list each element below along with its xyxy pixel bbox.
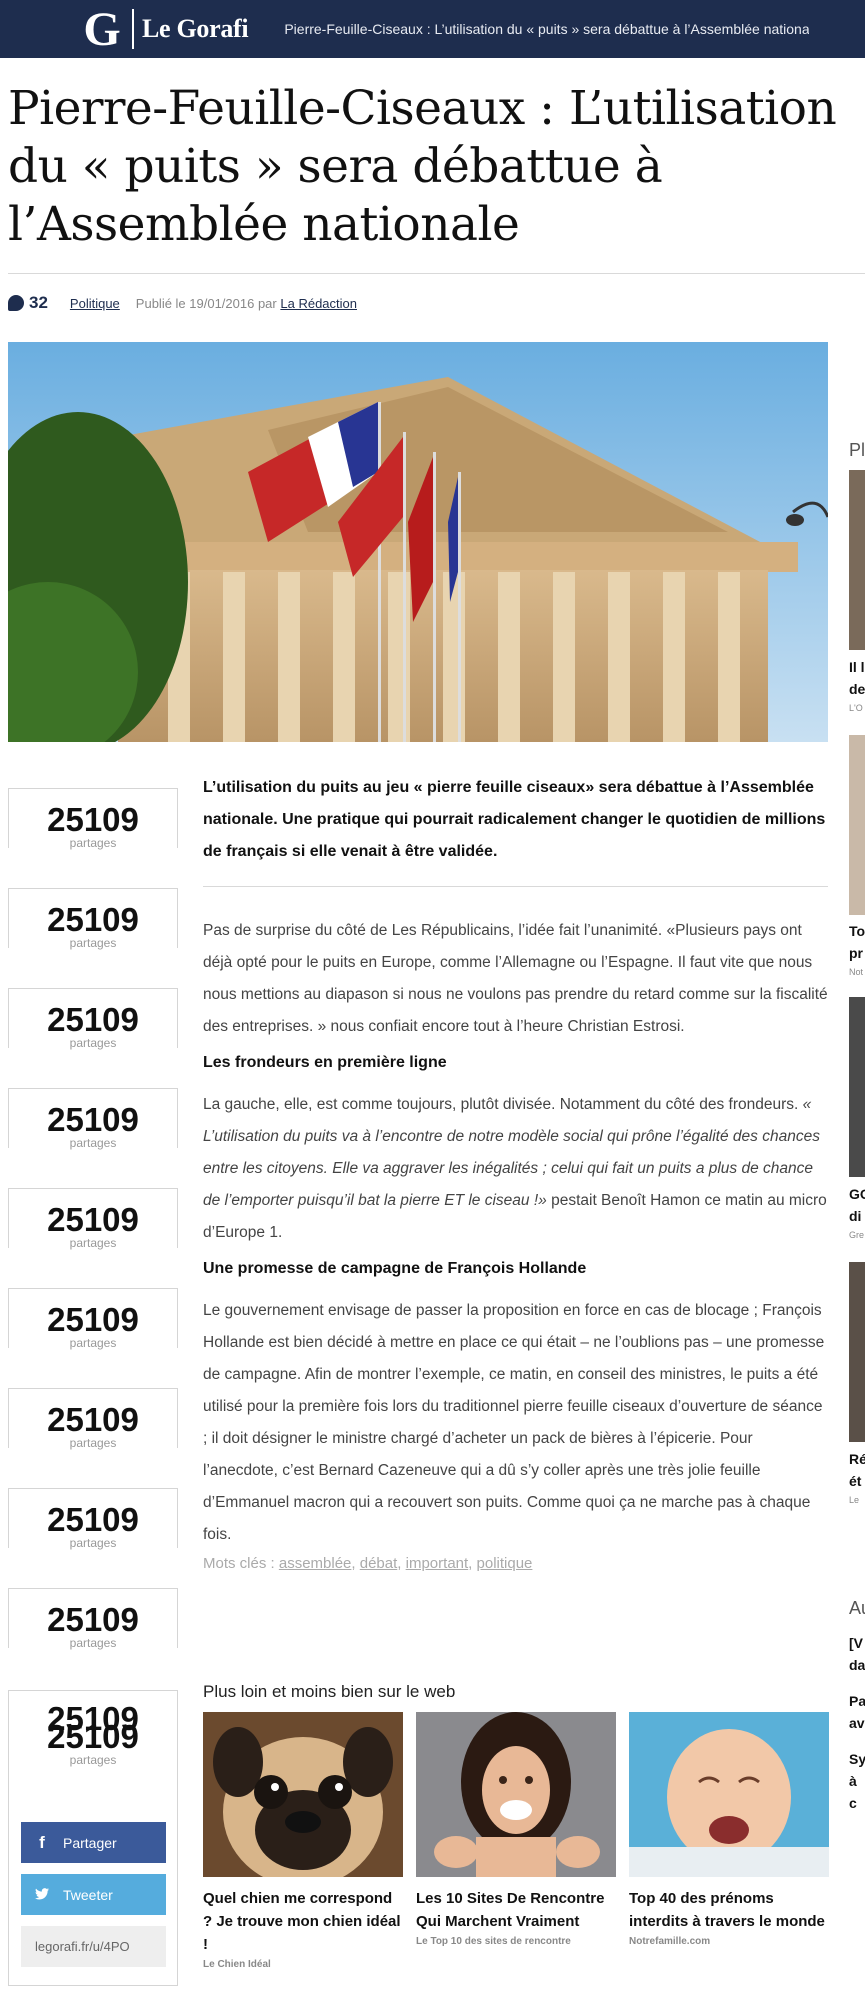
share-count: 25109 bbox=[47, 1101, 139, 1138]
sidebar-item-title[interactable]: Ré ét bbox=[849, 1448, 865, 1492]
sidebar-thumbnail[interactable] bbox=[849, 1262, 865, 1442]
share-count: 25109 bbox=[47, 1401, 139, 1438]
article-paragraph: Le gouvernement envisage de passer la pr… bbox=[203, 1302, 825, 1543]
comment-count[interactable]: 32 bbox=[29, 293, 48, 313]
article-paragraph: Pas de surprise du côté de Les Républica… bbox=[203, 922, 828, 1035]
tag-link[interactable]: politique bbox=[477, 1555, 533, 1572]
tags-label: Mots clés : bbox=[203, 1555, 275, 1572]
share-count: 25109 bbox=[47, 1601, 139, 1638]
recommended-source: Notrefamille.com bbox=[629, 1936, 711, 1947]
published-date: Publié le 19/01/2016 par bbox=[135, 295, 277, 311]
recommended-card[interactable]: Top 40 des prénoms interdits à travers l… bbox=[629, 1712, 829, 1947]
share-count: 25109 bbox=[47, 1201, 139, 1238]
share-count-box: 25109 partages bbox=[8, 1088, 178, 1150]
share-count-box: 25109 partages bbox=[8, 888, 178, 950]
share-count: 25109 bbox=[47, 901, 139, 938]
comment-icon[interactable] bbox=[8, 295, 24, 311]
share-count-box: 25109 partages bbox=[8, 1188, 178, 1250]
sidebar-item-source: Not bbox=[849, 967, 864, 977]
sidebar-item-source: Gre bbox=[849, 1230, 865, 1240]
logo-mark[interactable]: G bbox=[74, 0, 130, 58]
article-body: L’utilisation du puits au jeu « pierre f… bbox=[203, 772, 828, 1572]
paragraph-text: La gauche, elle, est comme toujours, plu… bbox=[203, 1096, 799, 1113]
recommended-heading: Plus loin et moins bien sur le web bbox=[203, 1682, 456, 1701]
hero-image-assemblee-nationale bbox=[8, 342, 828, 742]
top-navbar: G Le Gorafi Pierre-Feuille-Ciseaux : L’u… bbox=[0, 0, 865, 58]
title-divider bbox=[8, 273, 865, 274]
recommended-card[interactable]: Quel chien me correspond ? Je trouve mon… bbox=[203, 1712, 403, 1970]
share-count-box: 25109 partages bbox=[8, 1388, 178, 1450]
share-count-box: 25109 partages bbox=[8, 1288, 178, 1350]
share-count-box: 25109 partages bbox=[8, 1588, 178, 1650]
recommended-caption[interactable]: Top 40 des prénoms interdits à travers l… bbox=[629, 1887, 829, 1933]
twitter-share-button[interactable]: Tweeter bbox=[21, 1874, 166, 1915]
sidebar-thumbnail[interactable] bbox=[849, 997, 865, 1177]
lead-divider bbox=[203, 886, 828, 887]
sidebar-link[interactable]: Sy à c bbox=[849, 1748, 865, 1814]
sidebar-item-title[interactable]: To pr bbox=[849, 920, 865, 964]
recommended-card[interactable]: Les 10 Sites De Rencontre Qui Marchent V… bbox=[416, 1712, 616, 1947]
share-count-box: 25109 partages bbox=[8, 988, 178, 1050]
section-heading: Les frondeurs en première ligne bbox=[203, 1054, 447, 1071]
crying-baby-image[interactable] bbox=[629, 1712, 829, 1877]
twitter-share-label: Tweeter bbox=[63, 1886, 113, 1903]
tag-link[interactable]: débat bbox=[360, 1555, 398, 1572]
sidebar-heading: Pl bbox=[849, 440, 865, 460]
facebook-share-button[interactable]: f Partager bbox=[21, 1822, 166, 1863]
tag-link[interactable]: important bbox=[406, 1555, 469, 1572]
tag-link[interactable]: assemblée bbox=[279, 1555, 352, 1572]
share-count: 25109 bbox=[47, 1718, 139, 1755]
share-label: partages bbox=[69, 1336, 117, 1350]
article-lead: L’utilisation du puits au jeu « pierre f… bbox=[203, 779, 826, 860]
facebook-icon: f bbox=[39, 1832, 45, 1852]
share-count-box: 25109 partages bbox=[8, 1488, 178, 1550]
category-link[interactable]: Politique bbox=[70, 296, 120, 311]
share-label: partages bbox=[69, 1636, 117, 1650]
recommended-source: Le Top 10 des sites de rencontre bbox=[416, 1936, 571, 1947]
share-count: 25109 bbox=[47, 1501, 139, 1538]
short-url-field[interactable]: legorafi.fr/u/4PO bbox=[21, 1926, 166, 1967]
article-paragraph: La gauche, elle, est comme toujours, plu… bbox=[203, 1089, 828, 1249]
tags-row: Mots clés : assemblée, débat, important,… bbox=[203, 1555, 533, 1572]
logo-text[interactable]: Le Gorafi bbox=[142, 14, 249, 44]
share-label: partages bbox=[69, 1436, 117, 1450]
sidebar-item-title[interactable]: Il l de bbox=[849, 656, 865, 700]
share-count-box: 25109 partages bbox=[8, 788, 178, 850]
recommended-caption[interactable]: Quel chien me correspond ? Je trouve mon… bbox=[203, 1887, 403, 1956]
sidebar-link[interactable]: Pa av bbox=[849, 1690, 865, 1734]
page-title: Pierre-Feuille-Ciseaux : L’utilisation d… bbox=[8, 81, 837, 252]
article-meta: 32 Politique Publié le 19/01/2016 par La… bbox=[8, 293, 357, 313]
recommended-caption[interactable]: Les 10 Sites De Rencontre Qui Marchent V… bbox=[416, 1887, 616, 1933]
share-count: 25109 bbox=[47, 801, 139, 838]
sidebar-thumbnail[interactable] bbox=[849, 735, 865, 915]
section-heading: Une promesse de campagne de François Hol… bbox=[203, 1260, 587, 1277]
share-label: partages bbox=[69, 1536, 117, 1550]
sidebar-link[interactable]: [V da bbox=[849, 1632, 865, 1676]
navbar-article-title: Pierre-Feuille-Ciseaux : L’utilisation d… bbox=[284, 21, 810, 37]
share-count: 25109 bbox=[47, 1301, 139, 1338]
sidebar-item-source: L'O bbox=[849, 703, 863, 713]
logo-divider bbox=[132, 9, 134, 49]
facebook-share-label: Partager bbox=[63, 1834, 117, 1851]
twitter-bird-icon bbox=[35, 1885, 49, 1905]
smiling-woman-image[interactable] bbox=[416, 1712, 616, 1877]
right-sidebar: Pl Il l de L'O To pr Not GO di Gre Ré ét… bbox=[849, 0, 865, 1994]
share-label: partages bbox=[69, 936, 117, 950]
recommended-source: Le Chien Idéal bbox=[203, 1959, 271, 1970]
share-panel: 25109 25109 partages f Partager Tweeter … bbox=[8, 1690, 178, 1986]
sidebar-item-source: Le bbox=[849, 1495, 860, 1505]
share-count: 25109 bbox=[47, 1001, 139, 1038]
share-label: partages bbox=[69, 1753, 117, 1767]
pug-dog-image[interactable] bbox=[203, 1712, 403, 1877]
share-label: partages bbox=[69, 1036, 117, 1050]
author-link[interactable]: La Rédaction bbox=[280, 296, 357, 311]
share-label: partages bbox=[69, 1236, 117, 1250]
share-label: partages bbox=[69, 836, 117, 850]
sidebar-thumbnail[interactable] bbox=[849, 470, 865, 650]
sidebar-heading: Au bbox=[849, 1598, 865, 1618]
sidebar-item-title[interactable]: GO di bbox=[849, 1183, 865, 1227]
share-label: partages bbox=[69, 1136, 117, 1150]
